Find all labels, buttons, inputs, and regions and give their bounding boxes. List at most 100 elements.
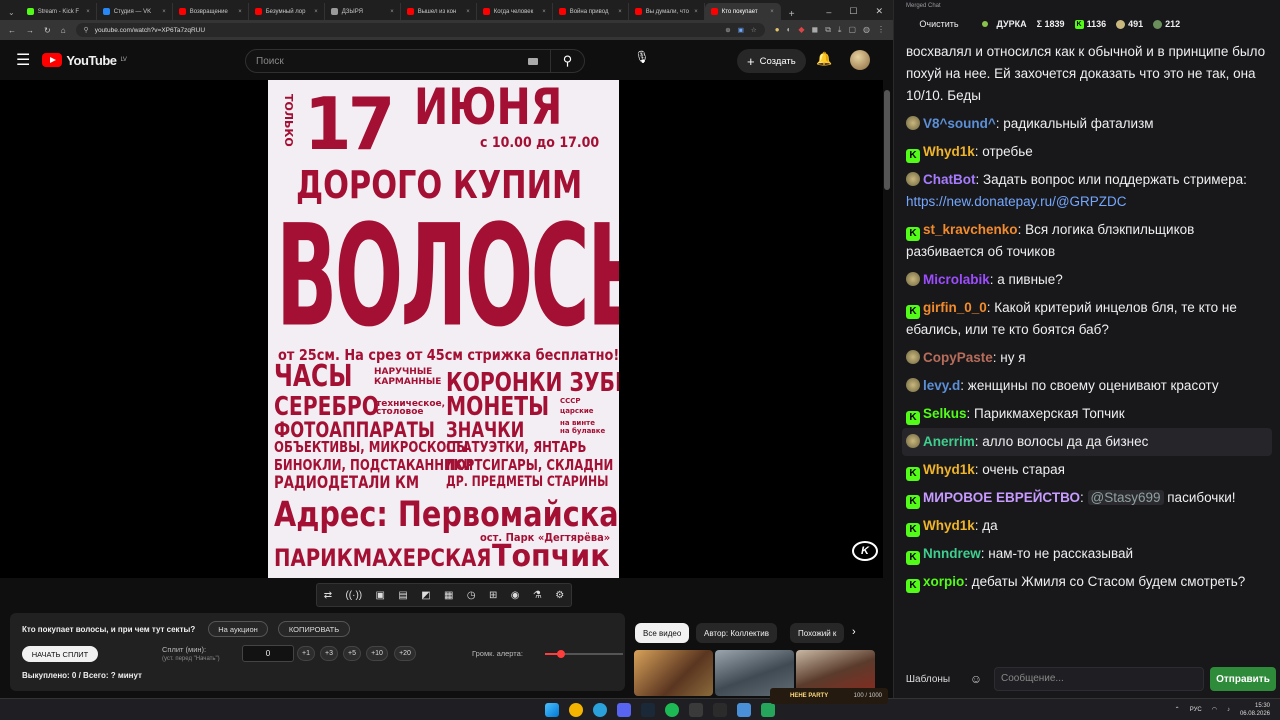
browser-tab[interactable]: Безумный лор × (249, 3, 325, 20)
chat-username[interactable]: ChatBot (923, 172, 976, 187)
wifi-icon[interactable]: ◠ (1212, 706, 1217, 713)
youtube-logo[interactable]: YouTube LV (42, 53, 127, 68)
search-box[interactable]: Поиск ⚲ (245, 49, 585, 73)
volume-icon[interactable]: ♪ (1227, 707, 1230, 713)
emoji-icon[interactable]: ☺ (964, 672, 988, 686)
notifications-bell-icon[interactable]: 🔔 (816, 51, 832, 67)
app-icon[interactable] (761, 702, 775, 717)
app-icon[interactable] (713, 702, 727, 717)
browser-tab[interactable]: ДЗЫРЯ × (325, 3, 401, 20)
start-split-button[interactable]: НАЧАТЬ СПЛИТ (22, 646, 98, 662)
tray-up-icon[interactable]: ⌃ (1175, 706, 1180, 713)
video-thumbnail[interactable] (634, 650, 713, 696)
tab-close-icon[interactable]: × (542, 9, 546, 15)
steam-icon[interactable] (641, 702, 655, 717)
extension-icon[interactable]: ◐ (787, 25, 792, 35)
send-button[interactable]: Отправить (1210, 667, 1276, 691)
tab-close-icon[interactable]: × (390, 9, 394, 15)
increment-button[interactable]: +3 (320, 646, 338, 661)
forward-icon[interactable]: → (26, 26, 34, 35)
chat-username[interactable]: Nnndrew (923, 546, 981, 561)
search-input[interactable]: Поиск (256, 56, 284, 67)
chat-username[interactable]: girfin_0_0 (923, 300, 987, 315)
browser-tab[interactable]: Студия — VK × (97, 3, 173, 20)
hamburger-menu-icon[interactable]: ☰ (16, 50, 30, 70)
chat-message-input[interactable]: Сообщение... (994, 667, 1204, 691)
reload-icon[interactable]: ↻ (44, 26, 51, 35)
video-player[interactable]: ТОЛЬКО 17 ИЮНЯ с 10.00 до 17.00 ДОРОГО К… (0, 80, 883, 578)
chat-username[interactable]: st_kravchenko (923, 222, 1018, 237)
chat-username[interactable]: CopyPaste (923, 350, 993, 365)
new-tab-icon[interactable]: + (781, 9, 803, 20)
translate-icon[interactable]: ▣ (738, 26, 744, 34)
tab-close-icon[interactable]: × (466, 9, 470, 15)
page-scrollbar[interactable] (884, 90, 890, 190)
video-tool-icon[interactable]: ⚙ (555, 590, 564, 601)
video-tool-icon[interactable]: ⇄ (324, 590, 332, 601)
split-minutes-input[interactable]: 0 (242, 645, 294, 662)
copy-button[interactable]: КОПИРОВАТЬ (278, 621, 350, 637)
chat-link[interactable]: https://new.donatepay.ru/@GRPZDC (906, 194, 1127, 209)
chat-mention[interactable]: @Stasy699 (1087, 490, 1164, 505)
avatar[interactable] (850, 50, 870, 70)
site-info-icon[interactable]: ⚲ (84, 26, 89, 34)
chip-all-videos[interactable]: Все видео (635, 623, 690, 643)
volume-knob[interactable] (556, 650, 565, 658)
telegram-icon[interactable] (593, 702, 607, 717)
extension-icon[interactable]: ◆ (798, 25, 804, 35)
tab-close-icon[interactable]: × (314, 9, 318, 15)
chat-username[interactable]: Anerrim (923, 434, 975, 449)
close-window-icon[interactable]: ✕ (875, 6, 883, 17)
chat-username[interactable]: levy.d (923, 378, 960, 393)
discord-icon[interactable] (617, 702, 631, 717)
chat-username[interactable]: Whyd1k (923, 518, 975, 533)
tab-close-icon[interactable]: × (618, 9, 622, 15)
increment-button[interactable]: +1 (297, 646, 315, 661)
browser-tab[interactable]: Когда человек × (477, 3, 553, 20)
app-icon[interactable] (689, 702, 703, 717)
language-indicator[interactable]: РУС (1190, 707, 1202, 713)
templates-button[interactable]: Шаблоны (898, 667, 958, 691)
menu-icon[interactable]: ⋮ (877, 25, 885, 35)
tab-close-icon[interactable]: × (770, 9, 774, 15)
chip-author[interactable]: Автор: Коллектив (696, 623, 778, 643)
browser-tab[interactable]: Возвращение × (173, 3, 249, 20)
chat-username[interactable]: V8^sound^ (923, 116, 996, 131)
app-icon[interactable] (737, 702, 751, 717)
create-button[interactable]: + Создать (737, 49, 806, 73)
browser-tab[interactable]: Кто покупает × (704, 3, 781, 20)
video-tool-icon[interactable]: ((·)) (345, 590, 362, 601)
clock[interactable]: 15:30 06.08.2026 (1240, 702, 1270, 718)
zoom-icon[interactable]: ⊕ (725, 26, 730, 34)
chrome-icon[interactable] (569, 702, 583, 717)
spotify-icon[interactable] (665, 702, 679, 717)
chat-username[interactable]: МИРОВОЕ ЕВРЕЙСТВО (923, 490, 1080, 505)
chat-username[interactable]: Microlabik (923, 272, 990, 287)
chat-message-list[interactable]: восхвалял и относился как к обычной и в … (902, 38, 1272, 596)
puzzle-icon[interactable]: ⧉ (825, 25, 831, 35)
alert-volume-slider[interactable] (545, 650, 623, 658)
increment-button[interactable]: +5 (343, 646, 361, 661)
video-tool-icon[interactable]: ▤ (398, 590, 407, 601)
video-tool-icon[interactable]: ◉ (511, 590, 520, 601)
minimize-icon[interactable]: – (826, 7, 831, 17)
chat-username[interactable]: xorpio (923, 574, 964, 589)
sidebar-icon[interactable]: ▢ (848, 25, 856, 35)
browser-tab[interactable]: Вышел из кон × (401, 3, 477, 20)
bookmark-star-icon[interactable]: ☆ (751, 26, 757, 34)
back-icon[interactable]: ← (8, 26, 16, 35)
video-tool-icon[interactable]: ⚗ (533, 590, 542, 601)
extension-icon[interactable]: ◼ (812, 25, 819, 35)
tab-search-icon[interactable]: ⌄ (4, 8, 21, 20)
video-tool-icon[interactable]: ▣ (376, 590, 385, 601)
browser-tab[interactable]: Вы думали, что × (629, 3, 705, 20)
tab-close-icon[interactable]: × (238, 9, 242, 15)
increment-button[interactable]: +10 (366, 646, 388, 661)
tab-close-icon[interactable]: × (86, 9, 90, 15)
download-icon[interactable]: ⤓ (838, 25, 842, 35)
chat-username[interactable]: Whyd1k (923, 144, 975, 159)
video-tool-icon[interactable]: ◩ (421, 590, 430, 601)
tab-close-icon[interactable]: × (694, 9, 698, 15)
keyboard-icon[interactable] (528, 57, 538, 65)
chat-username[interactable]: Selkus (923, 406, 967, 421)
